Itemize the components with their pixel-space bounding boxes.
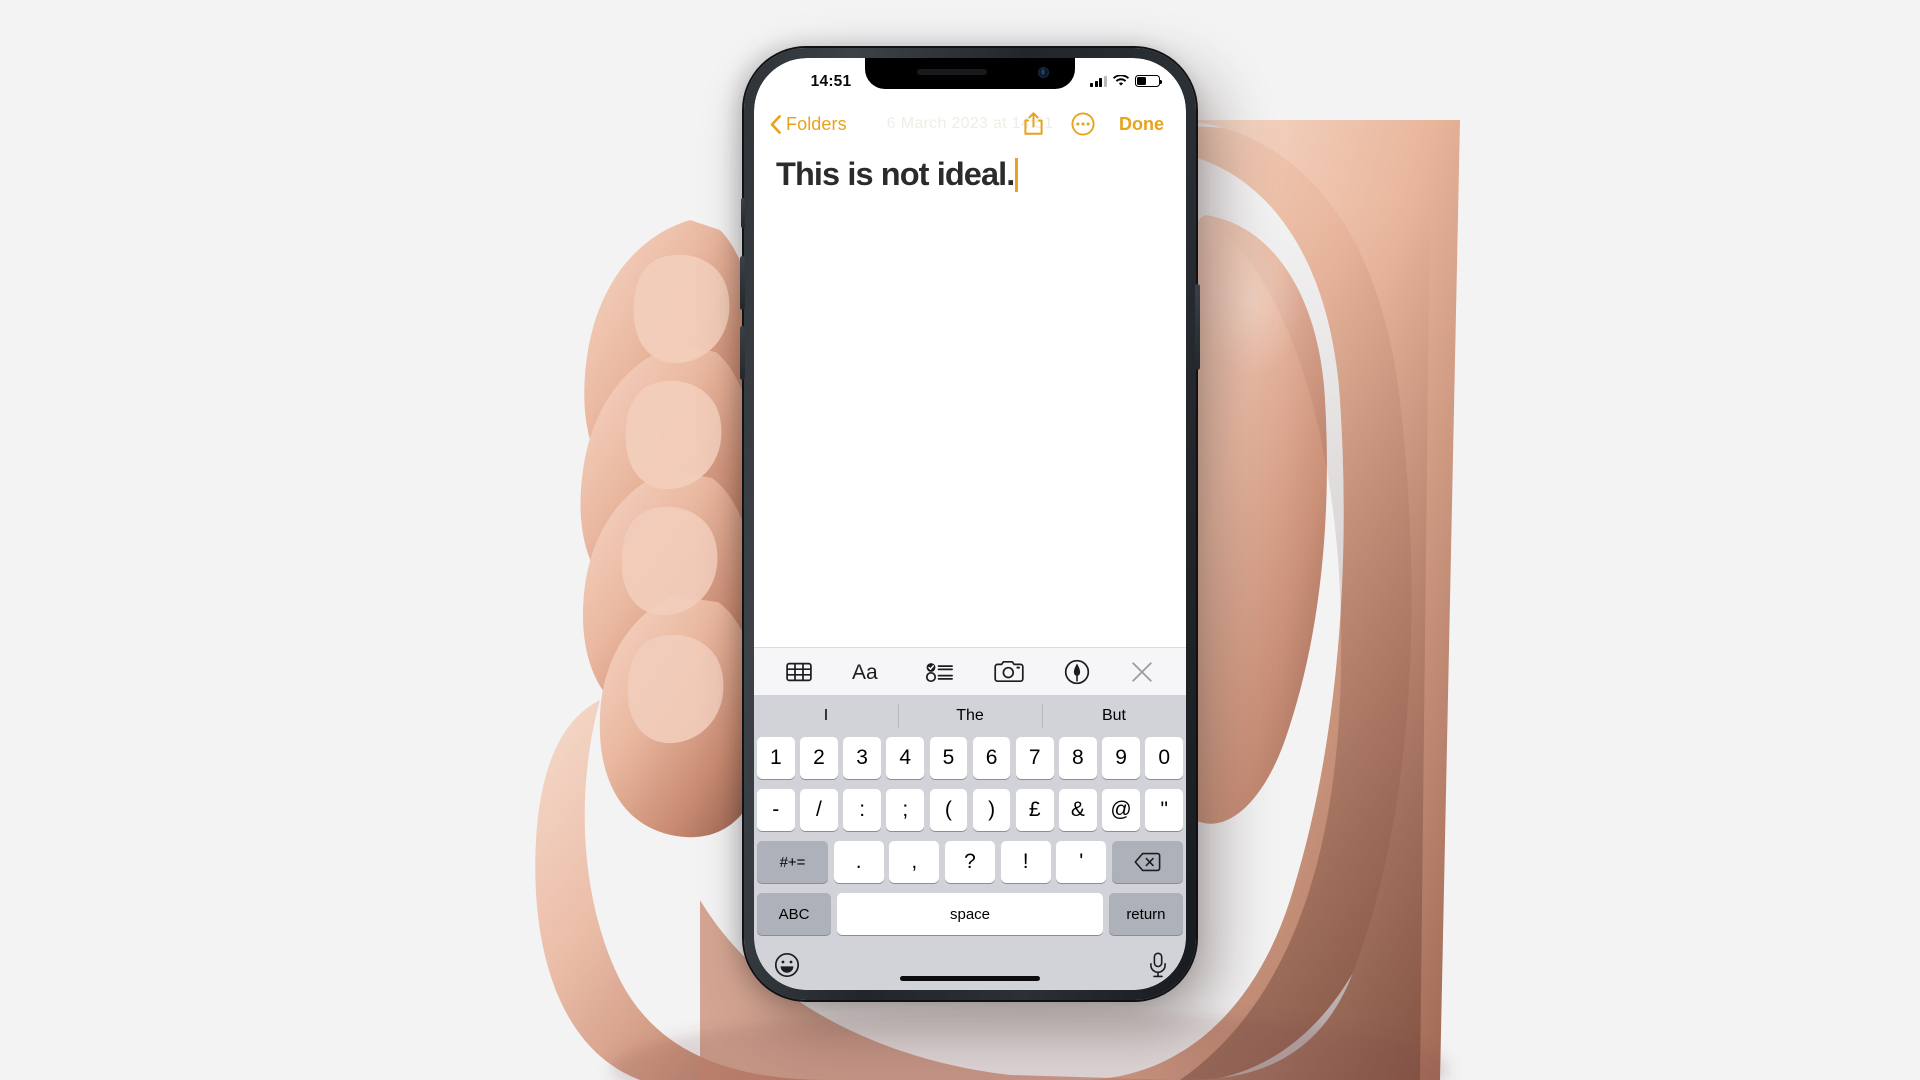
key-abc[interactable]: ABC [757,893,832,935]
key-slash[interactable]: / [800,789,838,831]
key-quote[interactable]: " [1145,789,1183,831]
text-caret [1015,158,1019,192]
prediction-2[interactable]: The [898,695,1042,737]
chevron-left-icon [770,114,781,134]
text-format-icon[interactable]: Aa [852,660,886,684]
prediction-1[interactable]: I [754,695,898,737]
status-bar: 14:51 [754,58,1186,102]
key-6[interactable]: 6 [972,737,1011,779]
key-at[interactable]: @ [1102,789,1140,831]
predictive-text-bar: I The But [754,695,1186,737]
delete-backward-icon[interactable] [1111,841,1184,883]
key-0[interactable]: 0 [1145,737,1183,779]
note-editor[interactable]: This is not ideal. [754,146,1186,647]
key-question[interactable]: ? [944,841,996,883]
phone-screen: 14:51 Folders Done 6 March 2023 at 14:51… [754,58,1186,990]
key-colon[interactable]: : [843,789,881,831]
key-paren-close[interactable]: ) [972,789,1011,831]
on-screen-keyboard[interactable]: I The But 1 2 3 4 5 6 7 8 9 0 - /: ; (… [754,695,1186,990]
camera-icon[interactable] [994,660,1024,683]
keyboard-row-symbols: - / : ; ( ) £ & @ " [754,789,1186,831]
key-semicolon[interactable]: ; [886,789,925,831]
key-4[interactable]: 4 [886,737,925,779]
battery-icon [1135,75,1163,87]
key-apostrophe[interactable]: ' [1056,841,1107,883]
prediction-3[interactable]: But [1042,695,1186,737]
key-7[interactable]: 7 [1015,737,1054,779]
volume-down-button[interactable] [740,326,745,380]
key-8[interactable]: 8 [1059,737,1097,779]
emoji-smiley-icon[interactable] [774,952,800,978]
key-5[interactable]: 5 [929,737,968,779]
scene-background: 14:51 Folders Done 6 March 2023 at 14:51… [0,0,1920,1080]
markup-pen-icon[interactable] [1064,659,1090,685]
keyboard-row-bottom: ABC space return [754,893,1186,935]
keyboard-row-punctuation: #+= . , ? ! ' [754,841,1186,883]
key-pound[interactable]: £ [1015,789,1054,831]
microphone-icon[interactable] [1148,952,1168,978]
key-3[interactable]: 3 [843,737,881,779]
key-2[interactable]: 2 [800,737,838,779]
key-exclamation[interactable]: ! [1000,841,1051,883]
status-time: 14:51 [810,72,852,90]
key-space[interactable]: space [836,893,1104,935]
share-icon[interactable] [1023,112,1045,136]
key-period[interactable]: . [833,841,884,883]
cellular-signal-icon [1090,75,1107,87]
key-1[interactable]: 1 [757,737,795,779]
wifi-icon [1113,75,1129,87]
more-circle-icon[interactable] [1071,112,1095,136]
svg-text:Aa: Aa [852,661,878,684]
done-button[interactable]: Done [1119,114,1164,135]
key-comma[interactable]: , [889,841,940,883]
keyboard-utility-row [754,942,1186,988]
checklist-icon[interactable] [926,661,954,683]
key-9[interactable]: 9 [1102,737,1140,779]
phone-device: 14:51 Folders Done 6 March 2023 at 14:51… [740,48,1200,1000]
table-icon[interactable] [786,661,812,683]
back-label: Folders [786,113,847,134]
key-ampersand[interactable]: & [1059,789,1097,831]
key-hyphen[interactable]: - [757,789,795,831]
silent-switch[interactable] [741,198,745,228]
home-indicator[interactable] [900,976,1040,981]
key-paren-open[interactable]: ( [929,789,968,831]
close-icon[interactable] [1130,660,1154,684]
back-to-folders-button[interactable]: Folders [770,114,847,135]
note-format-toolbar: Aa [754,647,1186,695]
keyboard-row-numbers: 1 2 3 4 5 6 7 8 9 0 [754,737,1186,779]
navigation-bar: Folders Done [754,102,1186,146]
note-title[interactable]: This is not ideal. [776,156,1015,194]
key-return[interactable]: return [1108,893,1183,935]
power-button[interactable] [1195,284,1200,370]
volume-up-button[interactable] [740,256,745,310]
key-more-symbols[interactable]: #+= [756,841,829,883]
note-title-line[interactable]: This is not ideal. [776,148,1164,194]
